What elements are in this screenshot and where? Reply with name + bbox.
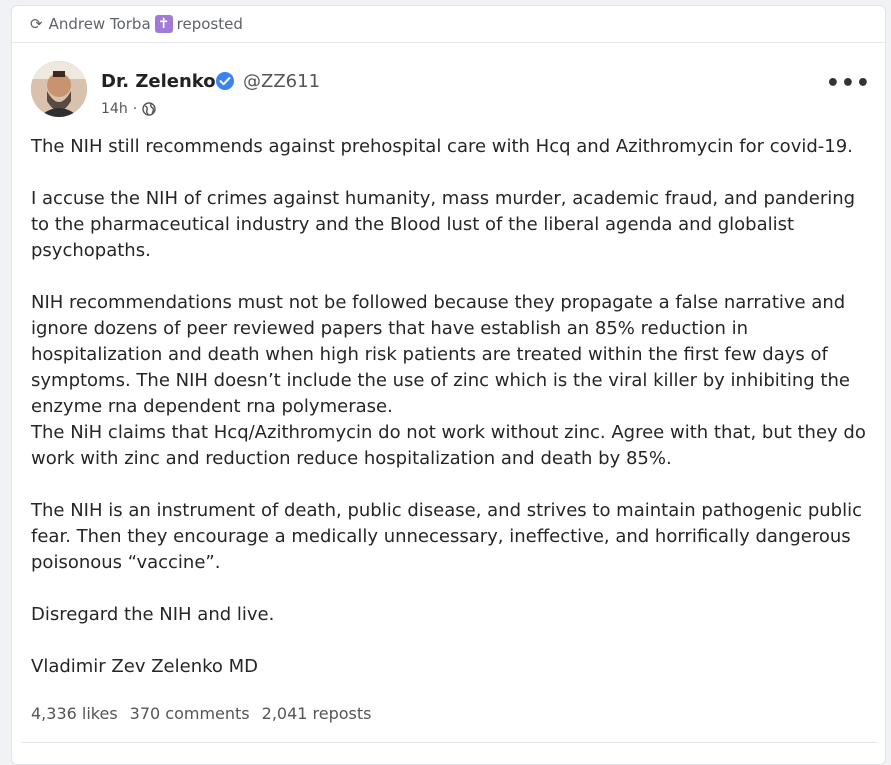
post-paragraph: Vladimir Zev Zelenko MD [31,656,259,677]
repost-label: reposted [176,15,243,33]
post-paragraph: The NIH is an instrument of death, publi… [31,500,862,573]
likes-count[interactable]: 4,336 likes [31,704,118,723]
repost-header: ⟳ Andrew Torba ✝ reposted [12,6,885,43]
reposter-name[interactable]: Andrew Torba [49,15,151,33]
author-name[interactable]: Dr. Zelenko [101,71,216,92]
comments-count[interactable]: 370 comments [130,704,250,723]
avatar[interactable] [31,61,87,117]
post-header: Dr. Zelenko @ZZ611 14h · ••• [31,61,871,121]
post-paragraph: I accuse the NIH of crimes against human… [31,188,856,261]
post-paragraph: Disregard the NIH and live. [31,604,275,625]
more-options-icon[interactable]: ••• [826,73,871,95]
repost-icon: ⟳ [30,15,43,33]
reposts-count[interactable]: 2,041 reposts [262,704,372,723]
post-paragraph: The NIH still recommends against prehosp… [31,136,853,157]
post-time[interactable]: 14h [101,101,128,117]
post-meta: 14h · [101,101,156,117]
separator-dot: · [132,101,138,117]
globe-icon [142,102,156,116]
post-stats: 4,336 likes 370 comments 2,041 reposts [31,704,384,723]
author-handle[interactable]: @ZZ611 [243,71,320,92]
post-body: The NIH still recommends against prehosp… [31,134,876,706]
post-card: ⟳ Andrew Torba ✝ reposted Dr. Zelenko @Z… [11,5,886,765]
divider [22,742,877,743]
cross-badge-icon: ✝ [154,15,173,33]
verified-check-icon [216,72,234,90]
post-paragraph: NIH recommendations must not be followed… [31,292,850,417]
post-paragraph: The NiH claims that Hcq/Azithromycin do … [31,422,866,469]
